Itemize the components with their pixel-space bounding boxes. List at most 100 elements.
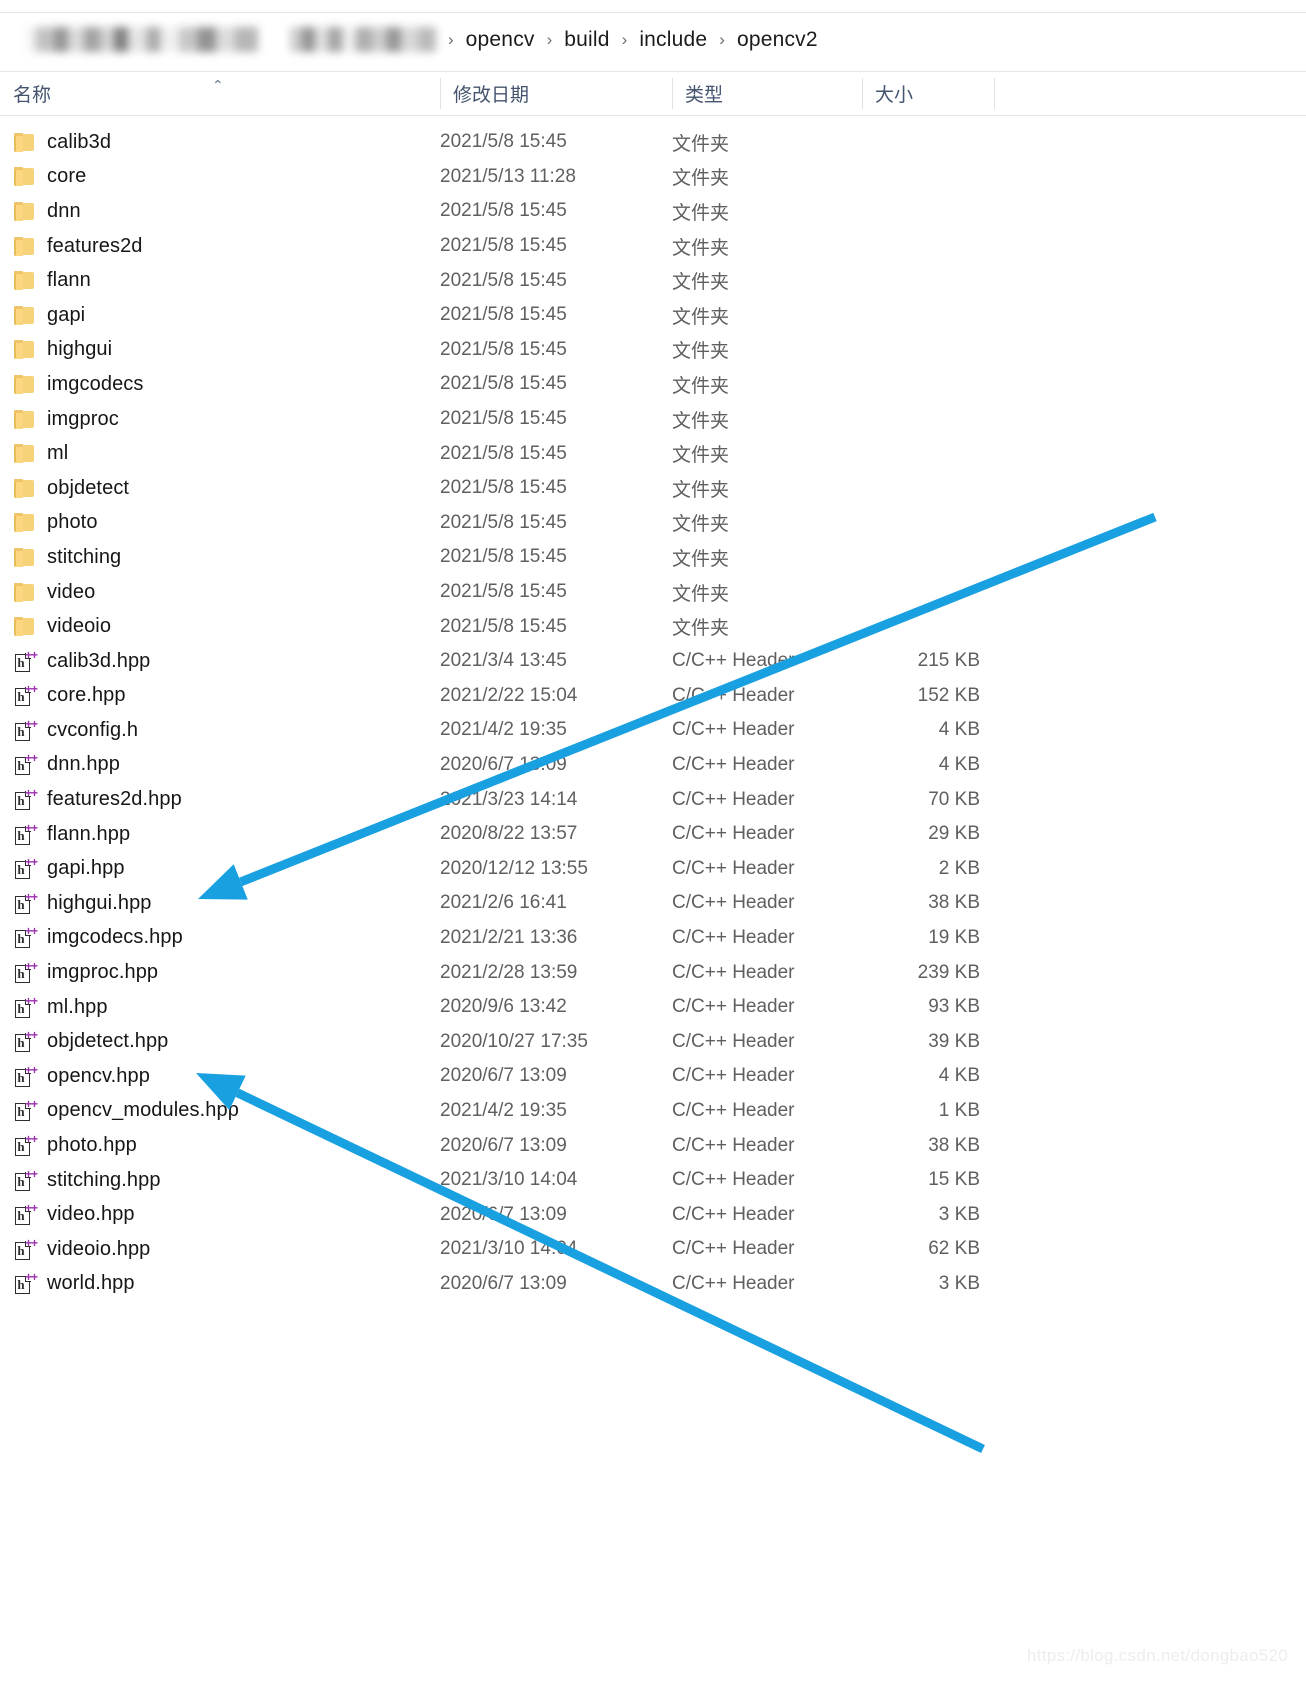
file-row[interactable]: ml 2021/5/8 15:45 文件夹	[0, 436, 1306, 471]
file-name-label: dnn.hpp	[47, 753, 120, 776]
file-name-cell[interactable]: h ++ core.hpp	[14, 683, 126, 707]
file-row[interactable]: h ++ photo.hpp 2020/6/7 13:09 C/C++ Header 38…	[0, 1128, 1306, 1163]
file-row[interactable]: dnn 2021/5/8 15:45 文件夹	[0, 194, 1306, 229]
file-date-cell: 2021/4/2 19:35	[440, 1099, 567, 1121]
file-name-cell[interactable]: video	[14, 581, 95, 604]
file-name-cell[interactable]: h ++ calib3d.hpp	[14, 649, 150, 673]
breadcrumb-redacted-segment-2[interactable]	[290, 27, 436, 52]
file-row[interactable]: h ++ calib3d.hpp 2021/3/4 13:45 C/C++ Header…	[0, 644, 1306, 679]
file-name-cell[interactable]: ml	[14, 442, 68, 465]
file-row[interactable]: h ++ flann.hpp 2020/8/22 13:57 C/C++ Header 2…	[0, 817, 1306, 852]
file-name-cell[interactable]: h ++ cvconfig.h	[14, 718, 138, 742]
file-name-cell[interactable]: h ++ gapi.hpp	[14, 856, 125, 880]
file-row[interactable]: calib3d 2021/5/8 15:45 文件夹	[0, 125, 1306, 160]
file-row[interactable]: objdetect 2021/5/8 15:45 文件夹	[0, 471, 1306, 506]
file-name-cell[interactable]: h ++ objdetect.hpp	[14, 1029, 169, 1053]
file-row[interactable]: videoio 2021/5/8 15:45 文件夹	[0, 609, 1306, 644]
file-name-cell[interactable]: h ++ highgui.hpp	[14, 891, 152, 915]
column-header-date-modified[interactable]: 修改日期	[440, 72, 672, 115]
file-row[interactable]: h ++ stitching.hpp 2021/3/10 14:04 C/C++ Hea…	[0, 1163, 1306, 1198]
file-row[interactable]: h ++ gapi.hpp 2020/12/12 13:55 C/C++ Header 2…	[0, 851, 1306, 886]
file-name-cell[interactable]: calib3d	[14, 131, 111, 154]
file-row[interactable]: gapi 2021/5/8 15:45 文件夹	[0, 298, 1306, 333]
file-row[interactable]: h ++ imgcodecs.hpp 2021/2/21 13:36 C/C++ Hea…	[0, 921, 1306, 956]
breadcrumb-item-build[interactable]: build	[564, 28, 609, 52]
file-size-cell: 1 KB	[938, 1099, 980, 1121]
breadcrumb-item-include[interactable]: include	[639, 28, 707, 52]
address-bar[interactable]: › opencv › build › include › opencv2	[0, 13, 1306, 66]
folder-icon	[14, 339, 35, 360]
file-name-cell[interactable]: flann	[14, 269, 91, 292]
file-size-cell: 4 KB	[938, 753, 980, 775]
file-row[interactable]: h ++ opencv_modules.hpp 2021/4/2 19:35 C/C++…	[0, 1094, 1306, 1129]
column-divider[interactable]	[994, 78, 995, 109]
column-header-type[interactable]: 类型	[672, 72, 862, 115]
file-name-cell[interactable]: imgproc	[14, 408, 119, 431]
file-size-cell: 15 KB	[928, 1169, 980, 1191]
breadcrumb-redacted-segment-1[interactable]	[26, 27, 258, 52]
file-row[interactable]: photo 2021/5/8 15:45 文件夹	[0, 506, 1306, 541]
file-date-cell: 2020/6/7 13:09	[440, 1203, 567, 1225]
file-name-cell[interactable]: h ++ ml.hpp	[14, 995, 108, 1019]
file-name-cell[interactable]: h ++ imgproc.hpp	[14, 960, 158, 984]
file-name-cell[interactable]: h ++ opencv_modules.hpp	[14, 1098, 239, 1122]
file-name-label: objdetect.hpp	[47, 1030, 169, 1053]
file-name-cell[interactable]: h ++ flann.hpp	[14, 822, 130, 846]
file-name-cell[interactable]: videoio	[14, 615, 111, 638]
file-type-cell: C/C++ Header	[672, 650, 795, 672]
file-name-cell[interactable]: objdetect	[14, 477, 129, 500]
file-row[interactable]: imgcodecs 2021/5/8 15:45 文件夹	[0, 367, 1306, 402]
file-row[interactable]: core 2021/5/13 11:28 文件夹	[0, 160, 1306, 195]
file-row[interactable]: h ++ ml.hpp 2020/9/6 13:42 C/C++ Header 93 KB	[0, 990, 1306, 1025]
breadcrumb-item-opencv[interactable]: opencv	[466, 28, 535, 52]
file-name-label: imgcodecs.hpp	[47, 926, 183, 949]
file-type-cell: 文件夹	[672, 410, 730, 432]
file-row[interactable]: h ++ highgui.hpp 2021/2/6 16:41 C/C++ Header…	[0, 886, 1306, 921]
file-name-cell[interactable]: h ++ video.hpp	[14, 1202, 135, 1226]
file-name-cell[interactable]: features2d	[14, 235, 143, 258]
file-type-cell: C/C++ Header	[672, 684, 795, 706]
file-row[interactable]: h ++ core.hpp 2021/2/22 15:04 C/C++ Header 15…	[0, 679, 1306, 714]
file-row[interactable]: h ++ dnn.hpp 2020/6/7 13:09 C/C++ Header 4 KB	[0, 748, 1306, 783]
file-name-cell[interactable]: h ++ features2d.hpp	[14, 787, 182, 811]
file-row[interactable]: h ++ features2d.hpp 2021/3/23 14:14 C/C++ He…	[0, 782, 1306, 817]
file-size-cell: 239 KB	[917, 961, 980, 983]
file-name-cell[interactable]: gapi	[14, 304, 85, 327]
file-name-cell[interactable]: h ++ photo.hpp	[14, 1133, 137, 1157]
file-name-cell[interactable]: h ++ world.hpp	[14, 1271, 135, 1295]
file-row[interactable]: flann 2021/5/8 15:45 文件夹	[0, 263, 1306, 298]
file-row[interactable]: h ++ imgproc.hpp 2021/2/28 13:59 C/C++ Heade…	[0, 955, 1306, 990]
file-row[interactable]: imgproc 2021/5/8 15:45 文件夹	[0, 402, 1306, 437]
file-row[interactable]: highgui 2021/5/8 15:45 文件夹	[0, 333, 1306, 368]
file-date-cell: 2021/5/8 15:45	[440, 373, 567, 395]
file-row[interactable]: h ++ opencv.hpp 2020/6/7 13:09 C/C++ Header 4…	[0, 1059, 1306, 1094]
cpp-header-file-icon: h ++	[14, 649, 38, 673]
file-row[interactable]: stitching 2021/5/8 15:45 文件夹	[0, 540, 1306, 575]
file-name-cell[interactable]: h ++ stitching.hpp	[14, 1168, 161, 1192]
file-name-cell[interactable]: stitching	[14, 546, 121, 569]
column-header-size[interactable]: 大小	[862, 72, 994, 115]
file-row[interactable]: h ++ videoio.hpp 2021/3/10 14:04 C/C++ Heade…	[0, 1232, 1306, 1267]
file-row[interactable]: h ++ cvconfig.h 2021/4/2 19:35 C/C++ Header 4…	[0, 713, 1306, 748]
file-row[interactable]: h ++ video.hpp 2020/6/7 13:09 C/C++ Header 3 …	[0, 1197, 1306, 1232]
file-row[interactable]: h ++ objdetect.hpp 2020/10/27 17:35 C/C++ He…	[0, 1024, 1306, 1059]
file-list[interactable]: calib3d 2021/5/8 15:45 文件夹 core 2021/5/13 11…	[0, 125, 1306, 1301]
file-date-cell: 2020/9/6 13:42	[440, 996, 567, 1018]
file-name-cell[interactable]: photo	[14, 511, 98, 534]
file-type-cell: C/C++ Header	[672, 961, 795, 983]
file-name-cell[interactable]: dnn	[14, 200, 81, 223]
file-name-cell[interactable]: h ++ dnn.hpp	[14, 752, 120, 776]
file-name-cell[interactable]: highgui	[14, 338, 112, 361]
column-header-name[interactable]: 名称	[0, 72, 440, 115]
folder-icon	[14, 547, 35, 568]
file-name-cell[interactable]: core	[14, 165, 86, 188]
file-row[interactable]: video 2021/5/8 15:45 文件夹	[0, 575, 1306, 610]
file-name-cell[interactable]: h ++ opencv.hpp	[14, 1064, 150, 1088]
file-name-cell[interactable]: imgcodecs	[14, 373, 144, 396]
file-row[interactable]: features2d 2021/5/8 15:45 文件夹	[0, 229, 1306, 264]
breadcrumb-item-opencv2[interactable]: opencv2	[737, 28, 818, 52]
file-name-cell[interactable]: h ++ videoio.hpp	[14, 1237, 150, 1261]
file-name-cell[interactable]: h ++ imgcodecs.hpp	[14, 925, 183, 949]
file-name-label: core	[47, 165, 87, 188]
file-row[interactable]: h ++ world.hpp 2020/6/7 13:09 C/C++ Header 3 …	[0, 1267, 1306, 1302]
